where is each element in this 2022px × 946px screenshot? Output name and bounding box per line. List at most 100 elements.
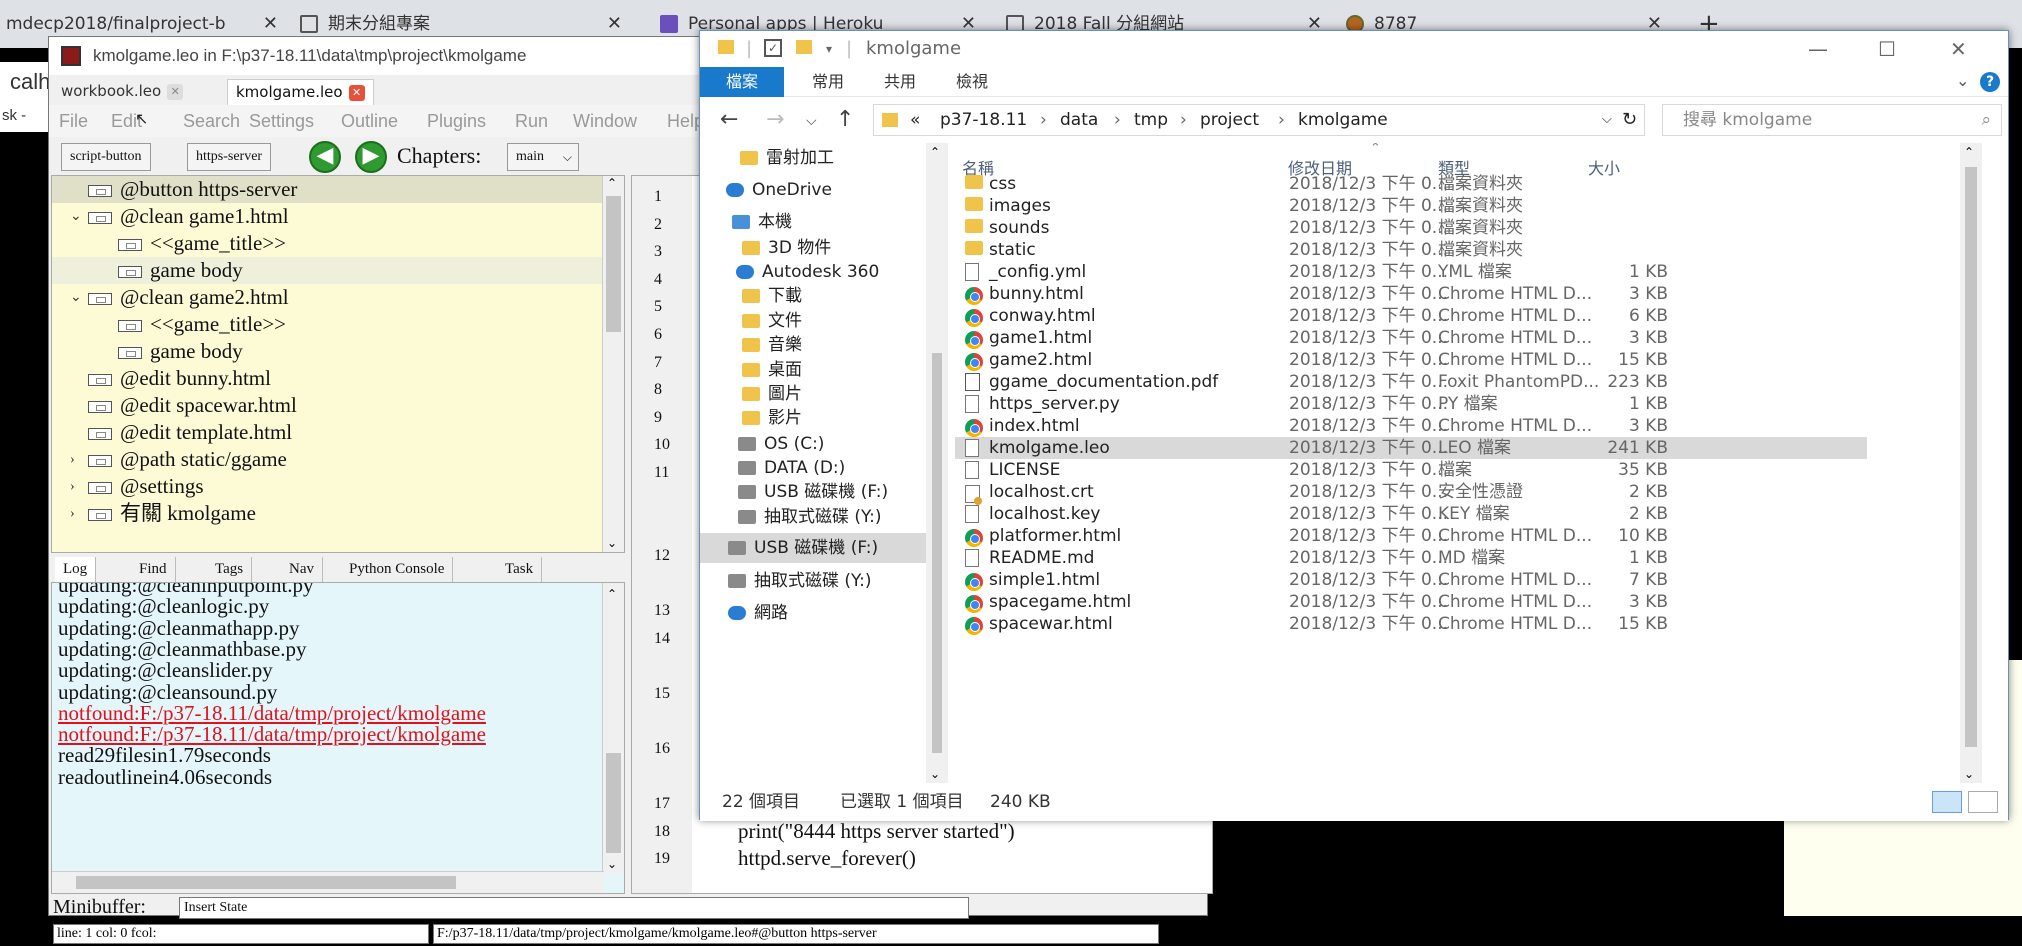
log-scrollbar[interactable]: ⌃ ⌄: [602, 583, 624, 873]
forward-arrow-icon[interactable]: ▶: [355, 141, 387, 173]
file-row[interactable]: README.md 2018/12/3 下午 0... MD 檔案 1 KB: [955, 547, 1867, 569]
search-icon[interactable]: ⌕: [1981, 105, 1991, 135]
scroll-thumb[interactable]: [932, 353, 942, 753]
file-row[interactable]: kmolgame.leo 2018/12/3 下午 0... LEO 檔案 241 K…: [955, 437, 1867, 459]
outline-node[interactable]: <<game_title>>: [52, 230, 602, 257]
chevron-right-icon[interactable]: ›: [70, 473, 84, 500]
file-row[interactable]: game2.html 2018/12/3 下午 0... Chrome HTML D…: [955, 349, 1867, 371]
tab-share[interactable]: 共用: [862, 67, 938, 97]
chevron-down-icon[interactable]: ⌄: [70, 203, 84, 230]
file-row[interactable]: ggame_documentation.pdf 2018/12/3 下午 0...…: [955, 371, 1867, 393]
file-row[interactable]: sounds 2018/12/3 下午 0... 檔案資料夾: [955, 217, 1867, 239]
tab-kmolgame[interactable]: kmolgame.leo ✕: [227, 79, 374, 105]
nav-scrollbar[interactable]: ⌃ ⌄: [926, 143, 948, 783]
outline-node[interactable]: ⌄ @clean game2.html: [52, 284, 602, 311]
tab-log[interactable]: Log: [55, 557, 97, 582]
menu-run[interactable]: Run: [515, 111, 548, 132]
file-row[interactable]: localhost.key 2018/12/3 下午 0... KEY 檔案 2 KB: [955, 503, 1867, 525]
tab-workbook[interactable]: workbook.leo ✕: [53, 79, 191, 105]
tab-task[interactable]: Task: [497, 557, 543, 582]
menu-outline[interactable]: Outline: [341, 111, 398, 132]
new-folder-icon[interactable]: [796, 40, 812, 54]
outline-scrollbar[interactable]: ⌃ ⌄: [602, 176, 624, 552]
outline-node[interactable]: game body: [52, 338, 602, 365]
back-arrow-icon[interactable]: ◀: [309, 141, 341, 173]
log-horizontal-scrollbar[interactable]: [52, 871, 604, 893]
https-server-button[interactable]: https-server: [187, 143, 272, 171]
minimize-icon[interactable]: —: [1808, 31, 1828, 67]
file-row[interactable]: _config.yml 2018/12/3 下午 0... YML 檔案 1 KB: [955, 261, 1867, 283]
file-row[interactable]: game1.html 2018/12/3 下午 0... Chrome HTML D…: [955, 327, 1867, 349]
scroll-up-icon[interactable]: ⌃: [930, 145, 940, 159]
tab-tags[interactable]: Tags: [207, 557, 253, 582]
scroll-thumb[interactable]: [606, 196, 621, 332]
large-icons-view-icon[interactable]: [1968, 791, 1998, 813]
nav-item[interactable]: 網路: [700, 598, 926, 628]
scroll-thumb[interactable]: [606, 753, 621, 853]
scroll-down-icon[interactable]: ⌄: [607, 857, 617, 871]
scroll-down-icon[interactable]: ⌄: [607, 536, 617, 550]
nav-item[interactable]: OneDrive: [700, 175, 926, 205]
file-row[interactable]: static 2018/12/3 下午 0... 檔案資料夾: [955, 239, 1867, 261]
tab-view[interactable]: 檢視: [934, 67, 1010, 97]
breadcrumb-data[interactable]: data: [1060, 105, 1098, 135]
close-icon[interactable]: ✕: [348, 84, 365, 101]
quick-access-dropdown-icon[interactable]: ▾: [826, 31, 832, 67]
nav-item[interactable]: 抽取式磁碟 (Y:): [700, 566, 926, 596]
file-scrollbar[interactable]: ⌃ ⌄: [1960, 143, 1982, 783]
script-button[interactable]: script-button: [61, 143, 151, 171]
file-row[interactable]: localhost.crt 2018/12/3 下午 0... 安全性憑證 2 KB: [955, 481, 1867, 505]
nav-item[interactable]: USB 磁碟機 (F:): [700, 533, 926, 563]
scroll-up-icon[interactable]: ⌃: [607, 587, 617, 601]
scroll-up-icon[interactable]: ⌃: [607, 176, 617, 190]
breadcrumb-p37[interactable]: p37-18.11: [940, 105, 1027, 135]
outline-node[interactable]: @edit bunny.html: [52, 365, 602, 392]
breadcrumb-overflow[interactable]: «: [910, 105, 920, 135]
file-row[interactable]: LICENSE 2018/12/3 下午 0... 檔案 35 KB: [955, 459, 1867, 481]
details-view-icon[interactable]: [1932, 791, 1962, 813]
tab-python-console[interactable]: Python Console: [341, 557, 454, 582]
outline-node[interactable]: › @path static/ggame: [52, 446, 602, 473]
menu-settings[interactable]: Settings: [249, 111, 314, 132]
chevron-down-icon[interactable]: ⌵: [1602, 105, 1612, 135]
maximize-icon[interactable]: ☐: [1878, 31, 1896, 67]
close-icon[interactable]: ✕: [167, 83, 184, 100]
recent-locations-icon[interactable]: ⌵: [806, 113, 817, 129]
menu-window[interactable]: Window: [573, 111, 637, 132]
properties-icon[interactable]: ✓: [764, 39, 782, 57]
scroll-thumb[interactable]: [76, 876, 456, 889]
search-input[interactable]: 搜尋 kmolgame ⌕: [1662, 104, 2002, 136]
address-bar[interactable]: « p37-18.11 › data › tmp › project › kmo…: [873, 104, 1645, 136]
expand-ribbon-icon[interactable]: ⌄: [1956, 71, 1969, 90]
refresh-icon[interactable]: ↻: [1622, 105, 1637, 135]
tab-file[interactable]: 檔案: [700, 67, 785, 97]
nav-item[interactable]: 抽取式磁碟 (Y:): [700, 502, 926, 532]
outline-node[interactable]: @edit template.html: [52, 419, 602, 446]
chevron-right-icon[interactable]: ›: [70, 500, 84, 527]
outline-node[interactable]: @button https-server: [52, 176, 602, 203]
file-row[interactable]: spacegame.html 2018/12/3 下午 0... Chrome HT…: [955, 591, 1867, 613]
outline-node[interactable]: ⌄ @clean game1.html: [52, 203, 602, 230]
breadcrumb-kmolgame[interactable]: kmolgame: [1298, 105, 1388, 135]
file-row[interactable]: bunny.html 2018/12/3 下午 0... Chrome HTML D…: [955, 283, 1867, 305]
menu-file[interactable]: File: [59, 111, 88, 132]
outline-node[interactable]: @edit spacewar.html: [52, 392, 602, 419]
menu-plugins[interactable]: Plugins: [427, 111, 486, 132]
scroll-down-icon[interactable]: ⌄: [930, 767, 940, 781]
breadcrumb-project[interactable]: project: [1200, 105, 1259, 135]
outline-node[interactable]: › @settings: [52, 473, 602, 500]
nav-item[interactable]: 雷射加工: [700, 143, 926, 173]
chapter-select[interactable]: main ⌵: [507, 143, 579, 171]
chevron-down-icon[interactable]: ⌄: [70, 284, 84, 311]
file-row[interactable]: css 2018/12/3 下午 0... 檔案資料夾: [955, 173, 1867, 195]
tab-home[interactable]: 常用: [790, 67, 866, 97]
outline-node[interactable]: game body: [52, 257, 602, 284]
file-row[interactable]: index.html 2018/12/3 下午 0... Chrome HTML D…: [955, 415, 1867, 437]
back-icon[interactable]: ←: [720, 107, 738, 132]
tab-nav[interactable]: Nav: [281, 557, 323, 582]
breadcrumb-tmp[interactable]: tmp: [1134, 105, 1168, 135]
file-row[interactable]: platformer.html 2018/12/3 下午 0... Chrome H…: [955, 525, 1867, 547]
tab-find[interactable]: Find: [131, 557, 176, 582]
file-row[interactable]: https_server.py 2018/12/3 下午 0... PY 檔案 1 K…: [955, 393, 1867, 415]
outline-node[interactable]: › 有關 kmolgame: [52, 500, 602, 527]
